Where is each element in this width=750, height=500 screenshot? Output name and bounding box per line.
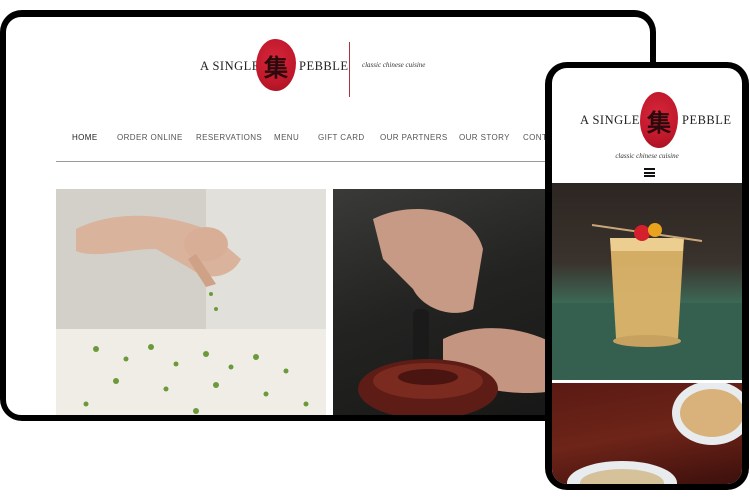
nav-our-partners[interactable]: OUR PARTNERS <box>380 133 448 142</box>
nav-home[interactable]: HOME <box>72 133 98 142</box>
phone-device-frame: A SINGLE 集 PEBBLE classic chinese cuisin… <box>545 62 749 490</box>
mobile-logo-text-left: A SINGLE <box>580 113 640 127</box>
nav-gift-card[interactable]: GIFT CARD <box>318 133 365 142</box>
photo-cocktail-art <box>552 223 742 380</box>
photo-scallions <box>56 189 326 415</box>
logo-tagline: classic chinese cuisine <box>362 61 426 69</box>
logo-text-right: PEBBLE <box>299 59 349 73</box>
nav-reservations[interactable]: RESERVATIONS <box>196 133 262 142</box>
photo-teapot <box>333 189 563 415</box>
logo-divider <box>349 42 350 97</box>
logo-seal-glyph: 集 <box>264 53 288 82</box>
hamburger-menu-icon[interactable] <box>644 168 655 177</box>
photo-teapot-art <box>358 209 563 415</box>
nav-contact[interactable]: CONT <box>523 133 547 142</box>
mobile-logo-text-right: PEBBLE <box>682 113 732 127</box>
mobile-site-screen: A SINGLE 集 PEBBLE classic chinese cuisin… <box>552 68 742 484</box>
photo-cocktail <box>552 183 742 380</box>
photo-peanuts-art <box>567 381 742 484</box>
mobile-logo-seal-glyph: 集 <box>647 108 671 137</box>
mobile-logo-seal: 集 <box>640 92 678 148</box>
mobile-logo-tagline: classic chinese cuisine <box>615 152 679 160</box>
nav-menu[interactable]: MENU <box>274 133 299 142</box>
nav-order-online[interactable]: ORDER ONLINE <box>117 133 183 142</box>
logo-seal: 集 <box>256 39 296 91</box>
nav-divider <box>56 161 556 162</box>
nav-our-story[interactable]: OUR STORY <box>459 133 510 142</box>
photo-scallions-art <box>56 189 326 415</box>
logo-text-left: A SINGLE <box>200 59 260 73</box>
photo-peanuts <box>552 381 742 484</box>
